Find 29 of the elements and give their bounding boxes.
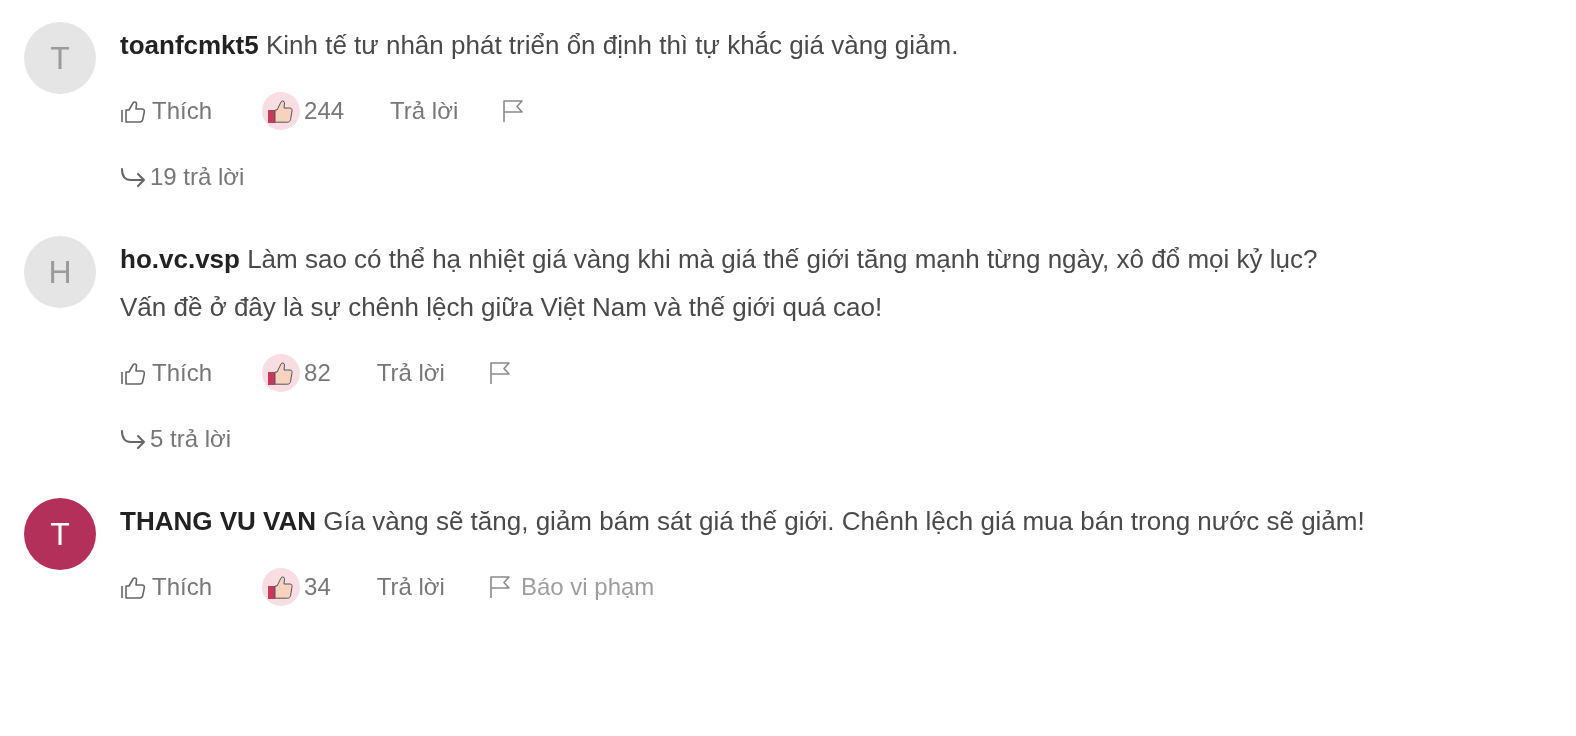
like-reaction-icon	[262, 568, 301, 606]
like-reaction-icon	[262, 354, 301, 392]
reply-button[interactable]: Trả lời	[376, 569, 445, 605]
like-count: 34	[304, 572, 331, 602]
reply-button[interactable]: Trả lời	[390, 93, 459, 129]
replies-link[interactable]: 5 trả lời	[120, 421, 232, 457]
reply-arrow-icon	[120, 167, 146, 187]
comment-text: toanfcmkt5 Kinh tế tư nhân phát triển ổn định thì tự khắc giá vàng giảm.	[120, 29, 960, 62]
reply-button[interactable]: Trả lời	[376, 355, 445, 391]
like-count: 82	[304, 358, 331, 388]
like-count: 244	[304, 96, 345, 126]
like-button[interactable]: Thích	[120, 93, 213, 129]
comment-text: ho.vc.vsp Làm sao có thể hạ nhiệt giá vàng khi mà giá thế giới tăng mạnh từng ngày, xô đổ mọi kỷ lục? Vấn đề ở đây là sự chênh lệch giữa Việt Nam và thế giới quá cao!	[120, 243, 1319, 324]
flag-icon	[488, 575, 511, 599]
thumbs-up-icon	[120, 360, 146, 386]
user-avatar: H	[24, 236, 96, 308]
user-avatar: T	[24, 22, 96, 94]
comment-text: THANG VU VAN Gía vàng sẽ tăng, giảm bám sát giá thế giới. Chênh lệch giá mua bán trong nước sẽ giảm!	[120, 505, 1366, 538]
user-avatar: T	[24, 498, 96, 570]
report-button[interactable]	[502, 99, 525, 123]
like-button[interactable]: Thích	[120, 569, 213, 605]
replies-link[interactable]: 19 trả lời	[120, 159, 245, 195]
like-reaction-icon	[262, 92, 301, 130]
report-button[interactable]	[488, 361, 511, 385]
like-button[interactable]: Thích	[120, 355, 213, 391]
report-button[interactable]: Báo vi phạm	[488, 569, 655, 605]
thumbs-up-icon	[120, 574, 146, 600]
thumbs-up-icon	[120, 98, 146, 124]
reply-arrow-icon	[120, 429, 146, 449]
